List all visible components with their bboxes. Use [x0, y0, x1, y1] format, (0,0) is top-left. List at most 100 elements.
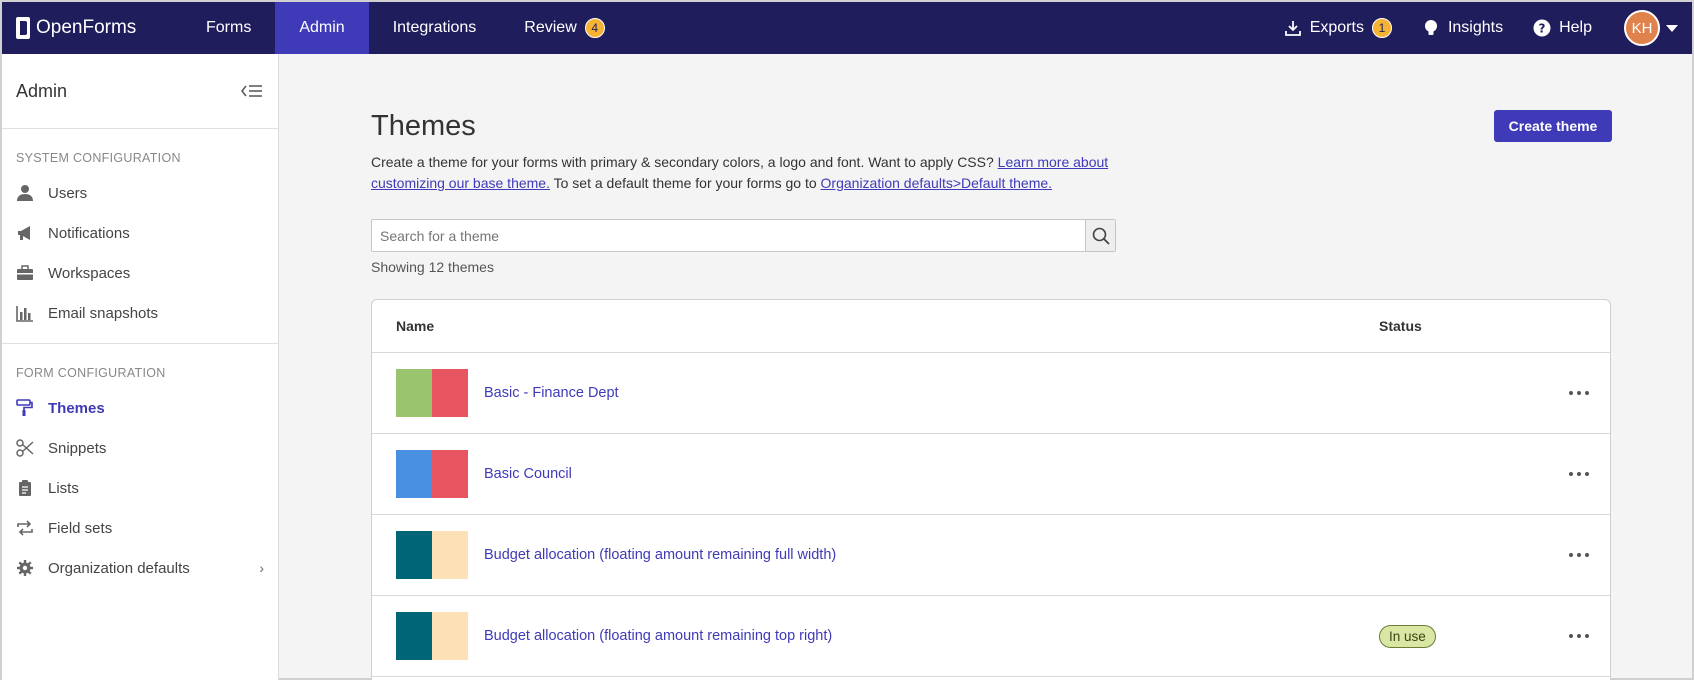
table-row: Basic - Finance Dept: [372, 353, 1610, 434]
nav-exports-label: Exports: [1309, 19, 1364, 36]
nav-insights[interactable]: Insights: [1406, 2, 1519, 54]
sidebar: Admin SYSTEM CONFIGURATION Users Notific…: [2, 54, 279, 680]
search-button[interactable]: [1085, 220, 1115, 251]
create-theme-button[interactable]: Create theme: [1494, 110, 1612, 142]
review-count-badge: 4: [584, 18, 605, 38]
table-row: Basic Council: [372, 434, 1610, 515]
sidebar-item-users[interactable]: Users: [2, 173, 278, 213]
description-text: Create a theme for your forms with prima…: [371, 154, 998, 170]
paint-roller-icon: [16, 399, 34, 417]
sidebar-item-label: Lists: [48, 479, 79, 497]
secondary-color: [432, 531, 468, 579]
nav-forms[interactable]: Forms: [182, 2, 275, 54]
primary-color: [396, 612, 432, 660]
collapse-sidebar-icon[interactable]: [240, 83, 264, 99]
dot: [1577, 553, 1581, 557]
brand-name: OpenForms: [36, 17, 137, 38]
theme-name-link[interactable]: Budget allocation (floating amount remai…: [484, 547, 1379, 563]
lightbulb-icon: [1424, 20, 1437, 35]
brand-logo[interactable]: OpenForms: [2, 2, 182, 54]
more-options-button[interactable]: [1559, 553, 1599, 557]
nav-exports[interactable]: Exports 1: [1270, 2, 1406, 54]
sidebar-item-label: Email snapshots: [48, 304, 159, 322]
section-title: SYSTEM CONFIGURATION: [16, 151, 181, 165]
page-title: Themes: [371, 110, 476, 142]
table-row: Budget allocation (floating amount remai…: [372, 596, 1610, 677]
table-row: Budget allocation (floating amount remai…: [372, 515, 1610, 596]
sidebar-item-snippets[interactable]: Snippets: [2, 428, 278, 468]
nav-review-label: Review: [524, 19, 577, 36]
primary-color: [396, 450, 432, 498]
organization-defaults-link[interactable]: Organization defaults>Default theme.: [821, 175, 1053, 191]
sidebar-item-field-sets[interactable]: Field sets: [2, 508, 278, 548]
theme-name-link[interactable]: Budget allocation (floating amount remai…: [484, 628, 1379, 644]
more-options-button[interactable]: [1559, 472, 1599, 476]
bar-chart-icon: [16, 304, 34, 322]
nav-help[interactable]: ? Help: [1519, 2, 1606, 54]
nav-review[interactable]: Review 4: [500, 2, 628, 54]
dot: [1585, 634, 1589, 638]
more-options-button[interactable]: [1559, 391, 1599, 395]
section-title: FORM CONFIGURATION: [16, 366, 166, 380]
dot: [1577, 472, 1581, 476]
result-count: Showing 12 themes: [371, 259, 494, 275]
sidebar-item-label: Organization defaults: [48, 559, 190, 577]
theme-color-swatch: [396, 612, 468, 660]
sidebar-item-label: Snippets: [48, 439, 107, 457]
nav-admin[interactable]: Admin: [275, 2, 369, 54]
help-icon: ?: [1533, 19, 1551, 37]
primary-color: [396, 369, 432, 417]
sidebar-item-label: Workspaces: [48, 264, 131, 282]
page-description: Create a theme for your forms with prima…: [371, 152, 1131, 194]
search-icon: [1092, 227, 1110, 245]
sidebar-item-email-snapshots[interactable]: Email snapshots: [2, 293, 278, 333]
exports-count-badge: 1: [1371, 18, 1392, 38]
secondary-color: [432, 369, 468, 417]
sidebar-item-lists[interactable]: Lists: [2, 468, 278, 508]
download-icon: [1284, 21, 1301, 36]
nav-integrations[interactable]: Integrations: [369, 2, 501, 54]
status-cell: In use: [1379, 624, 1559, 648]
theme-color-swatch: [396, 531, 468, 579]
user-menu[interactable]: KH: [1606, 2, 1692, 54]
openforms-logo-icon: [16, 17, 30, 39]
top-navbar: OpenForms Forms Admin Integrations Revie…: [2, 2, 1692, 54]
dot: [1577, 634, 1581, 638]
description-text: To set a default theme for your forms go…: [549, 175, 821, 191]
sidebar-item-label: Themes: [48, 399, 105, 417]
form-configuration-section: FORM CONFIGURATION Themes Snippets Lists…: [2, 344, 278, 598]
sidebar-item-label: Users: [48, 184, 88, 202]
secondary-color: [432, 612, 468, 660]
caret-down-icon: [1666, 24, 1678, 32]
scissors-icon: [16, 439, 34, 457]
sidebar-item-label: Field sets: [48, 519, 113, 537]
dot: [1569, 391, 1573, 395]
sidebar-item-label: Notifications: [48, 224, 130, 242]
theme-name-link[interactable]: Basic - Finance Dept: [484, 385, 1379, 401]
sidebar-item-notifications[interactable]: Notifications: [2, 213, 278, 253]
theme-color-swatch: [396, 450, 468, 498]
sidebar-item-themes[interactable]: Themes: [2, 388, 278, 428]
theme-name-link[interactable]: Basic Council: [484, 466, 1379, 482]
dot: [1577, 391, 1581, 395]
nav-integrations-label: Integrations: [392, 19, 477, 36]
chevron-right-icon: ›: [259, 560, 264, 576]
clipboard-icon: [16, 479, 34, 497]
secondary-color: [432, 450, 468, 498]
megaphone-icon: [16, 224, 34, 242]
sidebar-item-workspaces[interactable]: Workspaces: [2, 253, 278, 293]
main-content: Themes Create theme Create a theme for y…: [279, 54, 1692, 680]
theme-color-swatch: [396, 369, 468, 417]
more-options-button[interactable]: [1559, 634, 1599, 638]
sidebar-item-organization-defaults[interactable]: Organization defaults ›: [2, 548, 278, 588]
search-input[interactable]: [372, 220, 1085, 251]
gear-icon: [16, 559, 34, 577]
primary-color: [396, 531, 432, 579]
sidebar-title: Admin: [16, 80, 68, 101]
theme-search: [371, 219, 1116, 252]
themes-table: Name Status Basic - Finance Dept Basic C…: [371, 299, 1611, 680]
sidebar-header: Admin: [2, 54, 278, 129]
dot: [1585, 472, 1589, 476]
dot: [1569, 553, 1573, 557]
dot: [1585, 553, 1589, 557]
